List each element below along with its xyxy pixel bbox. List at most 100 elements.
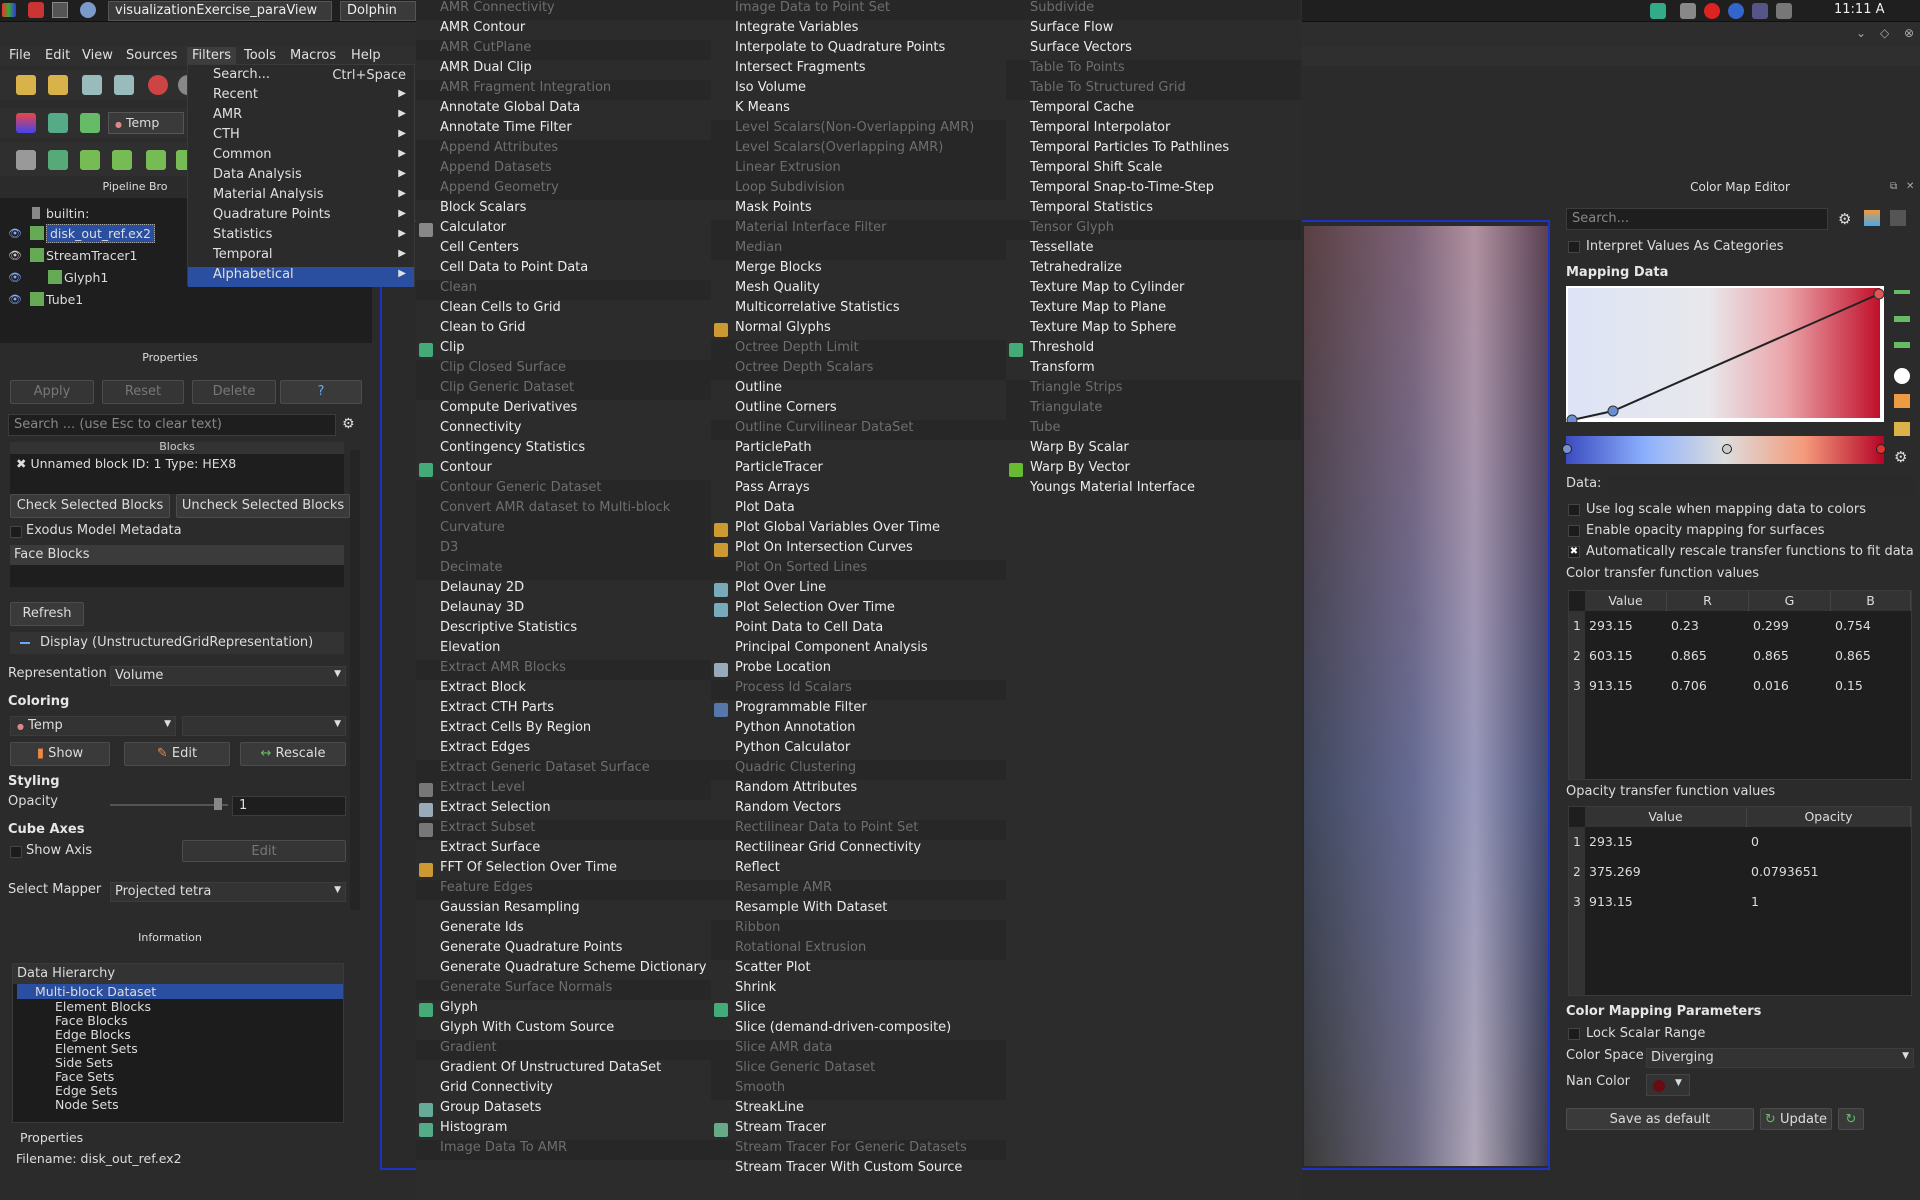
filter-menu-item[interactable]: Integrate Variables — [711, 20, 1006, 40]
ctf-cell[interactable]: 0.016 — [1749, 671, 1789, 701]
ctf-cell[interactable]: 0.299 — [1749, 611, 1789, 641]
filter-menu-item[interactable]: Annotate Time Filter — [416, 120, 711, 140]
menu-view[interactable]: View — [77, 47, 118, 64]
tree-item[interactable]: Edge Blocks — [55, 1027, 131, 1042]
filter-menu-item[interactable]: Random Attributes — [711, 780, 1006, 800]
filter-menu-item[interactable]: Warp By Vector — [1006, 460, 1301, 480]
filter-menu-item[interactable]: Scatter Plot — [711, 960, 1006, 980]
filter-menu-item[interactable]: Resample AMR — [711, 880, 1006, 900]
filter-menu-item[interactable]: Clip Closed Surface — [416, 360, 711, 380]
filter-menu-item[interactable]: Block Scalars — [416, 200, 711, 220]
filter-menu-item[interactable]: Plot On Sorted Lines — [711, 560, 1006, 580]
filter-menu-item[interactable]: Level Scalars(Non-Overlapping AMR) — [711, 120, 1006, 140]
filter-menu-item[interactable]: Texture Map to Sphere — [1006, 320, 1301, 340]
otf-cell[interactable]: 0.0793651 — [1747, 857, 1819, 887]
filter-menu-item[interactable]: Smooth — [711, 1080, 1006, 1100]
filter-menu-item[interactable]: Octree Depth Scalars — [711, 360, 1006, 380]
filter-menu-item[interactable]: Grid Connectivity — [416, 1080, 711, 1100]
visibility-eye-icon[interactable]: 👁 — [8, 249, 22, 262]
show-colormap-button[interactable]: ▮ Show — [10, 742, 110, 766]
filter-menu-item[interactable]: Tensor Glyph — [1006, 220, 1301, 240]
threshold-icon[interactable] — [146, 150, 166, 170]
filter-menu-item[interactable]: Delaunay 2D — [416, 580, 711, 600]
filters-menu-item[interactable]: CTH ▶ — [188, 127, 414, 147]
filters-menu-item[interactable]: Recent ▶ — [188, 87, 414, 107]
properties-search-input[interactable]: Search ... (use Esc to clear text) — [8, 414, 336, 436]
filter-menu-item[interactable]: Outline Corners — [711, 400, 1006, 420]
log-scale-checkbox[interactable] — [1568, 504, 1580, 516]
filter-menu-item[interactable]: Youngs Material Interface — [1006, 480, 1301, 500]
opacity-input[interactable]: 1 — [232, 796, 346, 816]
filter-menu-item[interactable]: Extract CTH Parts — [416, 700, 711, 720]
show-axis-checkbox[interactable] — [10, 846, 22, 858]
filter-menu-item[interactable]: Extract Generic Dataset Surface — [416, 760, 711, 780]
undo-icon[interactable] — [148, 75, 168, 95]
filter-menu-item[interactable]: StreakLine — [711, 1100, 1006, 1120]
filter-menu-item[interactable]: Merge Blocks — [711, 260, 1006, 280]
filter-menu-item[interactable]: Surface Vectors — [1006, 40, 1301, 60]
exodus-metadata-checkbox[interactable] — [10, 526, 22, 538]
edit-colormap-icon[interactable] — [48, 113, 68, 133]
filter-menu-item[interactable]: Gradient Of Unstructured DataSet — [416, 1060, 711, 1080]
filter-menu-item[interactable]: Extract Surface — [416, 840, 711, 860]
filter-menu-item[interactable]: Image Data to Point Set — [711, 0, 1006, 20]
filter-menu-item[interactable]: Stream Tracer — [711, 1120, 1006, 1140]
advanced-gear-icon[interactable]: ⚙ — [1894, 448, 1907, 466]
lock-scalar-range-checkbox[interactable] — [1568, 1028, 1580, 1040]
filter-menu-item[interactable]: Temporal Snap-to-Time-Step — [1006, 180, 1301, 200]
uncheck-selected-blocks-button[interactable]: Uncheck Selected Blocks — [176, 494, 350, 518]
filter-menu-item[interactable]: Texture Map to Plane — [1006, 300, 1301, 320]
menu-file[interactable]: File — [4, 47, 36, 64]
filter-menu-item[interactable]: Triangulate — [1006, 400, 1301, 420]
filter-menu-item[interactable]: Histogram — [416, 1120, 711, 1140]
filter-menu-item[interactable]: Feature Edges — [416, 880, 711, 900]
filter-menu-item[interactable]: Point Data to Cell Data — [711, 620, 1006, 640]
filter-menu-item[interactable]: Generate Quadrature Points — [416, 940, 711, 960]
filter-menu-item[interactable]: Extract Selection — [416, 800, 711, 820]
filter-menu-item[interactable]: Image Data To AMR — [416, 1140, 711, 1160]
tree-item[interactable]: Node Sets — [55, 1097, 119, 1112]
save-preset-icon[interactable] — [1890, 210, 1906, 226]
filter-menu-item[interactable]: AMR CutPlane — [416, 40, 711, 60]
filter-menu-item[interactable]: Calculator — [416, 220, 711, 240]
filter-menu-item[interactable]: Group Datasets — [416, 1100, 711, 1120]
filter-menu-item[interactable]: Normal Glyphs — [711, 320, 1006, 340]
colormap-search-input[interactable]: Search... — [1566, 208, 1828, 230]
otf-cell[interactable]: 0 — [1747, 827, 1759, 857]
filter-menu-item[interactable]: AMR Connectivity — [416, 0, 711, 20]
filters-menu-item[interactable]: Quadrature Points ▶ — [188, 207, 414, 227]
filter-menu-item[interactable]: Iso Volume — [711, 80, 1006, 100]
filters-menu-item[interactable]: Material Analysis ▶ — [188, 187, 414, 207]
filter-menu-item[interactable]: Material Interface Filter — [711, 220, 1006, 240]
ctf-cell[interactable]: 603.15 — [1585, 641, 1633, 671]
check-selected-blocks-button[interactable]: Check Selected Blocks — [10, 494, 170, 518]
filter-menu-item[interactable]: Contour Generic Dataset — [416, 480, 711, 500]
filter-menu-item[interactable]: Stream Tracer With Custom Source — [711, 1160, 1006, 1180]
filter-menu-item[interactable]: Octree Depth Limit — [711, 340, 1006, 360]
otf-cell[interactable]: 375.269 — [1585, 857, 1641, 887]
filter-menu-item[interactable]: Process Id Scalars — [711, 680, 1006, 700]
cube-axes-edit-button[interactable]: Edit — [182, 840, 346, 862]
coloring-select[interactable]: ● Temp ▼ — [10, 716, 176, 736]
filter-menu-item[interactable]: FFT Of Selection Over Time — [416, 860, 711, 880]
otf-cell[interactable]: 1 — [1747, 887, 1759, 917]
color-point-2[interactable] — [1722, 444, 1732, 454]
rescale-data-range-icon[interactable] — [1894, 290, 1910, 294]
select-mapper-select[interactable]: Projected tetra ▼ — [110, 882, 346, 902]
filters-menu-item[interactable]: AMR ▶ — [188, 107, 414, 127]
filter-menu-item[interactable]: Compute Derivatives — [416, 400, 711, 420]
menu-help[interactable]: Help — [346, 47, 386, 64]
filter-menu-item[interactable]: ParticleTracer — [711, 460, 1006, 480]
filter-menu-item[interactable]: Curvature — [416, 520, 711, 540]
component-select[interactable]: ▼ — [182, 716, 346, 736]
filter-menu-item[interactable]: Extract Cells By Region — [416, 720, 711, 740]
tray-icon-1[interactable] — [1650, 3, 1666, 19]
filter-menu-item[interactable]: Tessellate — [1006, 240, 1301, 260]
refresh-button[interactable]: Refresh — [10, 602, 84, 626]
filter-menu-item[interactable]: Programmable Filter — [711, 700, 1006, 720]
save-as-default-button[interactable]: Save as default — [1566, 1108, 1754, 1130]
filter-menu-item[interactable]: Contingency Statistics — [416, 440, 711, 460]
filters-menu-item[interactable]: Search... Ctrl+Space — [188, 67, 414, 87]
ctf-cell[interactable]: 913.15 — [1585, 671, 1633, 701]
ctf-cell[interactable]: 0.865 — [1667, 641, 1707, 671]
